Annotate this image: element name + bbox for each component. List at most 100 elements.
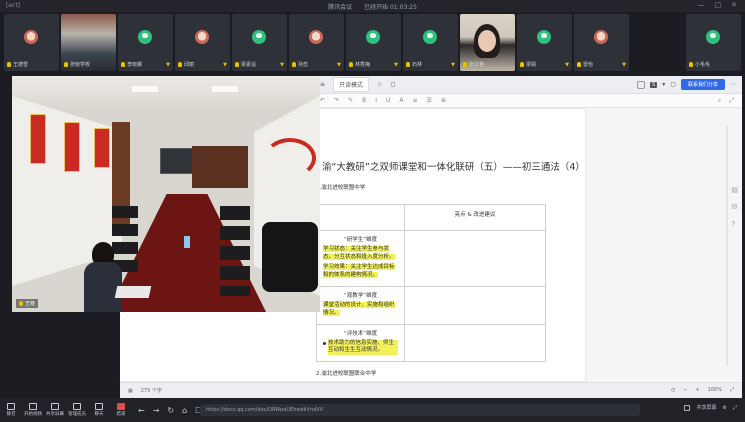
mic-icon <box>19 301 23 306</box>
fit-icon[interactable]: ⤢ <box>730 387 734 393</box>
signal-icon: ▼ <box>166 62 170 68</box>
mic-icon <box>292 62 296 67</box>
expand-icon[interactable]: ⤢ <box>729 97 734 105</box>
table-header-cell: 亮点 & 改进建议 <box>404 204 546 231</box>
section-heading: 2.渝北进校联盟联合中学 <box>316 371 377 377</box>
outline-icon[interactable]: ▤ <box>731 186 738 194</box>
align-icon[interactable]: ≡ <box>413 97 418 104</box>
fullscreen-icon[interactable]: ⤢ <box>733 405 737 411</box>
participant-strip: 王德雪 张晓学校 李晓娜 ▼ 邱丽 ▼ 梁素遥 ▼ 孙蕊 ▼ 林秀梅 ▼ 石林 … <box>0 12 745 74</box>
participant-tile[interactable]: 林秀梅 ▼ <box>346 14 401 71</box>
table-cell[interactable]: “研学生”维度 学习状态：关注学生参与状态，分互状态和投入度分析。 学习效果：关… <box>316 229 405 288</box>
chat-icon <box>95 403 103 410</box>
table-cell[interactable] <box>404 229 546 288</box>
doc-statusbar: ▦ 275 个字 ◷ − + 100% ⤢ <box>120 382 742 398</box>
mic-icon <box>235 62 239 67</box>
zoom-level[interactable]: 100% <box>708 387 722 393</box>
participant-tile[interactable]: 邱丽 ▼ <box>175 14 230 71</box>
participant-name: 孙蕊 <box>298 62 309 68</box>
url-bar[interactable]: https://docs.qq.com/doc/DRWpaUEhwbkVndVV <box>200 404 640 416</box>
people-icon <box>73 403 81 410</box>
undo-icon[interactable]: ↶ <box>320 97 325 104</box>
maximize-icon[interactable]: □ <box>715 1 722 9</box>
app-logo: [ect] <box>6 2 21 9</box>
camera-icon <box>29 403 37 410</box>
share-button[interactable]: 联系我们分享 <box>680 79 725 90</box>
participant-tile[interactable]: 雷怡 ▼ <box>574 14 629 71</box>
menu-icon[interactable]: ≡ <box>320 81 325 88</box>
table-cell[interactable]: “观教学”维度 课堂活动的设计、实施和组织情况。 <box>316 286 405 325</box>
meeting-timer: 已经开始 01:03:25 <box>364 3 417 11</box>
mic-icon <box>349 62 353 67</box>
font-color-icon[interactable]: A <box>399 97 403 104</box>
camera-video-overlay[interactable]: 王晓 <box>12 76 320 312</box>
end-button[interactable]: 结束 <box>110 403 132 417</box>
redo-icon[interactable]: ↷ <box>334 97 339 104</box>
doc-mode-tab[interactable]: 只读模式 <box>333 77 370 92</box>
zoom-out-icon[interactable]: − <box>683 387 687 393</box>
chat-button[interactable]: 聊天 <box>88 403 110 417</box>
table-cell[interactable] <box>404 323 546 363</box>
page-count-badge: 5 <box>650 81 658 88</box>
participant-tile[interactable]: 张晓学校 <box>61 14 116 71</box>
participant-tile[interactable]: 梁娟 ▼ <box>517 14 572 71</box>
history-icon[interactable]: ◻ <box>390 81 395 88</box>
table-cell[interactable] <box>404 286 546 325</box>
underline-icon[interactable]: U <box>386 97 390 104</box>
back-icon[interactable]: ← <box>138 406 145 415</box>
checkbox[interactable] <box>684 404 691 411</box>
chevron-down-icon[interactable]: ▾ <box>662 81 665 88</box>
document-title: 渝“大教研”之双师课堂和一体化联研（五）——初三通法（4） <box>322 162 585 173</box>
more-icon[interactable]: ⋯ <box>730 81 736 88</box>
participant-tile[interactable]: 小毛毛 <box>686 14 741 71</box>
participant-name: 石林 <box>412 62 423 68</box>
share-screen-button[interactable]: 共享屏幕 <box>44 403 66 417</box>
mute-button[interactable]: 静音 <box>0 403 22 417</box>
comment-icon[interactable]: ✉ <box>731 203 738 211</box>
word-count: 275 个字 <box>140 388 162 394</box>
signal-icon: ▼ <box>451 62 455 68</box>
help-icon[interactable]: ? <box>731 220 738 228</box>
view-toggle-icon[interactable] <box>637 80 646 89</box>
highlighted-text: 学习状态：关注学生参与状态，分互状态和投入度分析。 <box>323 246 395 260</box>
star-icon[interactable]: ☆ <box>377 81 382 88</box>
mic-icon <box>577 62 581 67</box>
forward-icon[interactable]: → <box>153 406 160 415</box>
members-button[interactable]: 管理成员 <box>66 403 88 417</box>
signal-icon: ▼ <box>280 62 284 68</box>
participant-tile[interactable]: 张文艳 <box>460 14 515 71</box>
zoom-in-icon[interactable]: + <box>695 387 699 393</box>
avatar <box>594 30 608 44</box>
table-cell[interactable]: “评技术”维度 技术助力的信息实施、师生互动和生生互动情况。 <box>316 323 405 363</box>
avatar <box>24 30 38 44</box>
table-row: “评技术”维度 技术助力的信息实施、师生互动和生生互动情况。 <box>316 323 546 363</box>
reload-icon[interactable]: ↻ <box>167 406 174 415</box>
participant-tile[interactable]: 李晓娜 ▼ <box>118 14 173 71</box>
participant-name: 小毛毛 <box>695 62 711 68</box>
participant-tile[interactable]: 石林 ▼ <box>403 14 458 71</box>
format-painter-icon[interactable]: ✎ <box>348 97 353 104</box>
close-icon[interactable]: ✕ <box>731 1 737 9</box>
grid-icon[interactable]: ▦ <box>128 388 133 394</box>
settings-icon[interactable]: ⚙ <box>723 405 727 411</box>
comment-icon[interactable]: ▢ <box>670 81 676 88</box>
share-screen-label: 共享屏幕 <box>696 405 717 411</box>
participant-tile[interactable]: 梁素遥 ▼ <box>232 14 287 71</box>
participant-tile[interactable]: 王德雪 <box>4 14 59 71</box>
home-icon[interactable]: ⌂ <box>182 406 187 415</box>
side-toolbar: ▤ ✉ ? <box>731 186 738 228</box>
table-row: “观教学”维度 课堂活动的设计、实施和组织情况。 <box>316 286 546 325</box>
vertical-scrollbar[interactable] <box>726 126 728 366</box>
browser-nav: ← → ↻ ⌂ ☐ <box>138 406 202 415</box>
video-button[interactable]: 开始视频 <box>22 403 44 417</box>
insert-icon[interactable]: ⊕ <box>441 97 446 104</box>
minimize-icon[interactable]: — <box>698 1 705 9</box>
list-icon[interactable]: ☰ <box>427 97 432 104</box>
participant-tile[interactable]: 孙蕊 ▼ <box>289 14 344 71</box>
italic-icon[interactable]: I <box>375 97 377 104</box>
participant-name: 梁素遥 <box>241 62 257 68</box>
search-icon[interactable]: ⌕ <box>718 97 721 105</box>
dimension-title: “研学生”维度 <box>343 237 378 243</box>
bold-icon[interactable]: B <box>362 97 366 104</box>
clock-icon[interactable]: ◷ <box>671 387 675 393</box>
